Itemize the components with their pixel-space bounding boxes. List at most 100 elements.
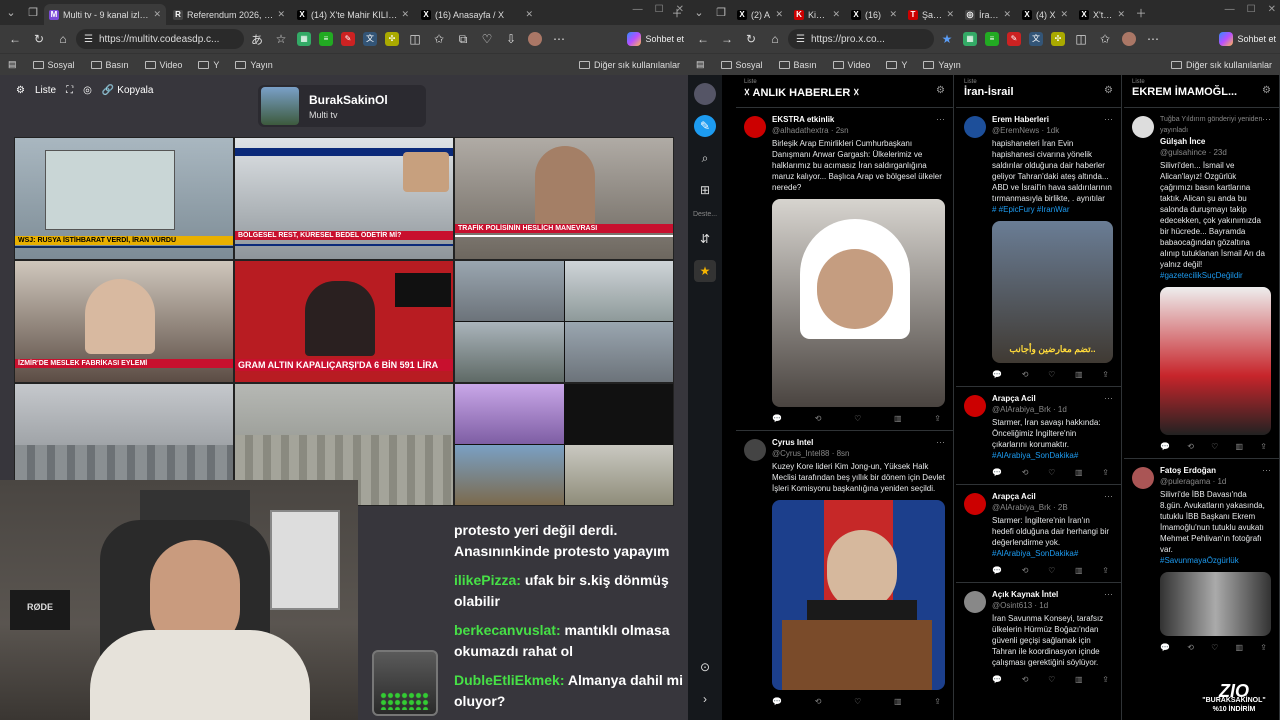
tweet-author[interactable]: Erem Haberleri (992, 114, 1113, 125)
extension-icon[interactable]: ▦ (297, 32, 311, 46)
browser-tab[interactable]: X (2) A ✕ (732, 4, 788, 25)
browser-tab[interactable]: X (16) Anasayfa / X ✕ (416, 4, 538, 25)
share-icon[interactable]: ⇪ (934, 696, 941, 707)
reply-icon[interactable]: 💬 (1160, 642, 1170, 653)
repost-icon[interactable]: ⟲ (1187, 642, 1194, 653)
share-icon[interactable]: ⇪ (1260, 441, 1267, 452)
close-tab-icon[interactable]: ✕ (946, 9, 954, 20)
column-settings-icon[interactable]: ⚙ (936, 85, 945, 96)
extension-icon[interactable]: ≡ (985, 32, 999, 46)
like-icon[interactable]: ♡ (854, 696, 861, 707)
streamer-profile[interactable]: BurakSakinOl Multi tv (258, 85, 426, 127)
close-window-icon[interactable]: ✕ (676, 4, 684, 15)
column-title[interactable]: EKREM İMAMOĞL... (1132, 86, 1271, 98)
tab-actions-icon[interactable]: ⌄ (688, 2, 710, 24)
close-tab-icon[interactable]: ✕ (832, 9, 840, 20)
expand-sidebar-icon[interactable]: › (694, 688, 716, 710)
tweet-author[interactable]: EKSTRA etkinlik (772, 114, 945, 125)
repost-icon[interactable]: ⟲ (1187, 441, 1194, 452)
close-tab-icon[interactable]: ✕ (525, 9, 533, 20)
bookmarks-menu-icon[interactable]: ▤ (696, 59, 705, 70)
maximize-icon[interactable]: ☐ (1247, 4, 1256, 15)
extension-icon[interactable]: ✎ (341, 32, 355, 46)
account-avatar[interactable] (694, 83, 716, 105)
close-tab-icon[interactable]: ✕ (277, 9, 285, 20)
close-tab-icon[interactable]: ✕ (1003, 9, 1011, 20)
deck-edit-icon[interactable]: ⇵ (694, 228, 716, 250)
favorites-icon[interactable]: ✩ (428, 28, 450, 50)
reply-icon[interactable]: 💬 (992, 674, 1002, 685)
avatar[interactable] (964, 116, 986, 138)
share-icon[interactable]: ⇪ (1102, 467, 1109, 478)
tv-channel-1[interactable]: WSJ: RUSYA İSTİHBARAT VERDİ, İRAN VURDU (14, 137, 234, 260)
address-bar[interactable]: ☰ https://multitv.codeasdp.c... (76, 29, 244, 49)
tweet[interactable]: ⋯ Arapça Acil @AlArabiya_Brk · 2B Starme… (956, 484, 1121, 582)
more-options-icon[interactable]: ⊙ (694, 656, 716, 678)
close-tab-icon[interactable]: ✕ (401, 9, 409, 20)
like-icon[interactable]: ♡ (1211, 642, 1218, 653)
extension-icon[interactable]: ✎ (1007, 32, 1021, 46)
reload-icon[interactable]: ↻ (740, 28, 762, 50)
like-icon[interactable]: ♡ (1048, 674, 1055, 685)
more-options-icon[interactable]: ⋯ (1262, 465, 1271, 476)
compose-post-icon[interactable]: ✎ (694, 115, 716, 137)
extension-icon[interactable]: 文 (363, 32, 377, 46)
close-tab-icon[interactable]: ✕ (1117, 9, 1125, 20)
avatar[interactable] (964, 591, 986, 613)
close-tab-icon[interactable]: ✕ (1060, 9, 1068, 20)
other-bookmarks[interactable]: Diğer sık kullanılanlar (578, 60, 680, 70)
like-icon[interactable]: ♡ (1048, 565, 1055, 576)
tv-channel-5[interactable]: GRAM ALTIN KAPALIÇARŞI'DA 6 BİN 591 LİRA (234, 260, 454, 383)
tv-channel-9[interactable] (454, 383, 674, 506)
more-options-icon[interactable]: ⋯ (936, 114, 945, 125)
search-icon[interactable]: ⌕ (694, 147, 716, 169)
tweet-author[interactable]: Fatoş Erdoğan (1160, 465, 1271, 476)
share-icon[interactable]: ⇪ (1102, 565, 1109, 576)
more-options-icon[interactable]: ⋯ (1104, 589, 1113, 600)
address-bar[interactable]: ☰ https://pro.x.co... (788, 29, 934, 49)
browser-tab[interactable]: X (16) ✕ (846, 4, 902, 25)
tv-channel-3[interactable]: TRAFİK POLİSİNİN HESLİCH MANEVRASI (454, 137, 674, 260)
back-icon[interactable]: ← (692, 28, 714, 50)
views-icon[interactable]: ▥ (894, 696, 902, 707)
copilot-button[interactable]: Sohbet et (1219, 32, 1276, 46)
tweet-author[interactable]: Açık Kaynak İntel (992, 589, 1113, 600)
share-icon[interactable]: ⇪ (1102, 369, 1109, 380)
tweet-author[interactable]: Arapça Acil (992, 393, 1113, 404)
tweet[interactable]: ⋯ Cyrus Intel @Cyrus_Intel88 · 8sn Kuzey… (736, 430, 953, 713)
refresh-icon[interactable]: ◎ (83, 85, 92, 96)
reply-icon[interactable]: 💬 (992, 369, 1002, 380)
new-tab-button[interactable]: ＋ (1130, 2, 1152, 24)
deck-star-icon[interactable]: ★ (694, 260, 716, 282)
tweet-author[interactable]: Arapça Acil (992, 491, 1113, 502)
more-menu-icon[interactable]: ⋯ (1142, 28, 1164, 50)
back-icon[interactable]: ← (4, 28, 26, 50)
tweet-hashtags[interactable]: #AlArabiya_SonDakika# (992, 450, 1113, 461)
split-screen-icon[interactable]: ◫ (404, 28, 426, 50)
tweet-author[interactable]: Gülşah İnce (1160, 136, 1271, 147)
browser-essentials-icon[interactable]: ♡ (476, 28, 498, 50)
minimize-icon[interactable]: — (1225, 4, 1235, 15)
favorites-icon[interactable]: ✩ (1094, 28, 1116, 50)
tweet-hashtags[interactable]: #SavunmayaÖzgürlük (1160, 555, 1271, 566)
downloads-icon[interactable]: ⇩ (500, 28, 522, 50)
share-icon[interactable]: ⇪ (1102, 674, 1109, 685)
bookmark-folder[interactable]: Y (886, 60, 907, 70)
tweet[interactable]: Tuğba Yıldırım gönderiyi yeniden yayınla… (1124, 107, 1279, 458)
site-info-icon[interactable]: ☰ (84, 34, 93, 45)
bookmark-folder[interactable]: Y (198, 60, 219, 70)
tweet[interactable]: ⋯ Açık Kaynak İntel @Osint613 · 1d İran … (956, 582, 1121, 691)
list-button[interactable]: Liste (35, 85, 56, 96)
profile-avatar[interactable] (1118, 28, 1140, 50)
like-icon[interactable]: ♡ (854, 413, 861, 424)
views-icon[interactable]: ▥ (1236, 441, 1244, 452)
extension-icon[interactable]: ≡ (319, 32, 333, 46)
bookmark-folder[interactable]: Video (144, 60, 182, 70)
extension-icon[interactable]: ▦ (963, 32, 977, 46)
tweet-author[interactable]: Cyrus Intel (772, 437, 945, 448)
extension-icon[interactable]: ✣ (1051, 32, 1065, 46)
more-options-icon[interactable]: ⋯ (1104, 491, 1113, 502)
close-tab-icon[interactable]: ✕ (775, 9, 783, 20)
like-icon[interactable]: ♡ (1048, 467, 1055, 478)
tweet[interactable]: ⋯ EKSTRA etkinlik @alhadathextra · 2sn B… (736, 107, 953, 430)
